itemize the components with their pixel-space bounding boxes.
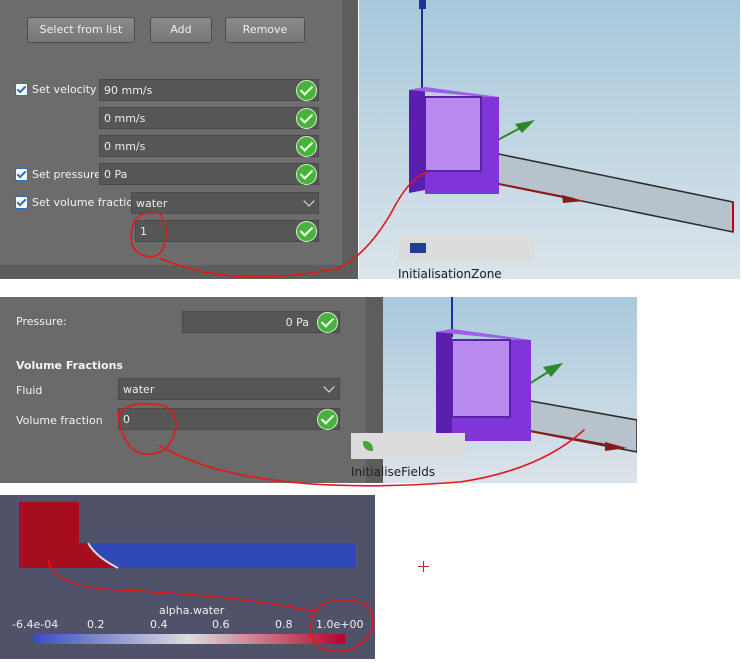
alpha-water-field-render bbox=[19, 502, 355, 644]
check-ok-icon bbox=[317, 312, 338, 333]
top-properties-panel: Select from list Add Remove Set velocity… bbox=[0, 0, 358, 279]
set-velocity-checkbox[interactable] bbox=[15, 83, 28, 96]
panel-scrollbar[interactable] bbox=[342, 0, 358, 279]
set-velocity-label: Set velocity bbox=[32, 83, 97, 96]
colorbar-tick: 0.6 bbox=[212, 618, 230, 631]
check-ok-icon bbox=[296, 164, 317, 185]
volume-fraction-field[interactable]: 1 bbox=[135, 220, 319, 242]
zone-icon bbox=[410, 243, 426, 253]
initialise-fields-tooltip: InitialiseFields bbox=[351, 433, 465, 479]
tooltip-text: InitialiseFields bbox=[351, 465, 436, 479]
pressure-label: Pressure: bbox=[16, 315, 67, 328]
velocity-x-field[interactable]: 90 mm/s bbox=[99, 79, 319, 101]
velocity-z-field[interactable]: 0 mm/s bbox=[99, 135, 319, 157]
check-ok-icon bbox=[296, 221, 317, 242]
colorbar-tick: 0.8 bbox=[275, 618, 293, 631]
fluid-select[interactable]: water bbox=[118, 378, 340, 400]
panel-bottom-scrollbar[interactable] bbox=[0, 265, 358, 279]
initialisation-zone-tooltip: InitialisationZone bbox=[398, 235, 534, 281]
volume-fractions-heading: Volume Fractions bbox=[16, 359, 123, 372]
check-ok-icon bbox=[317, 409, 338, 430]
colorbar-title: alpha.water bbox=[159, 604, 225, 617]
select-from-list-button[interactable]: Select from list bbox=[27, 17, 135, 43]
tooltip-text: InitialisationZone bbox=[398, 267, 502, 281]
set-pressure-label: Set pressure bbox=[32, 168, 102, 181]
colorbar-tick: 1.0e+00 bbox=[316, 618, 364, 631]
pressure-field[interactable]: 0 Pa bbox=[99, 163, 319, 185]
fluid-select[interactable]: water bbox=[131, 192, 319, 214]
colorbar-tick: 0.4 bbox=[150, 618, 168, 631]
velocity-y-field[interactable]: 0 mm/s bbox=[99, 107, 319, 129]
set-volume-fractions-checkbox[interactable] bbox=[15, 196, 28, 209]
leaf-icon bbox=[363, 441, 373, 451]
crosshair-icon bbox=[423, 561, 424, 572]
check-ok-icon bbox=[296, 80, 317, 101]
check-ok-icon bbox=[296, 108, 317, 129]
check-ok-icon bbox=[296, 136, 317, 157]
add-button[interactable]: Add bbox=[150, 17, 212, 43]
set-pressure-checkbox[interactable] bbox=[15, 168, 28, 181]
volume-fraction-label: Volume fraction bbox=[16, 414, 103, 427]
fluid-label: Fluid bbox=[16, 384, 43, 397]
middle-properties-panel: Pressure: 0 Pa Volume Fractions Fluid wa… bbox=[0, 297, 366, 483]
colorbar-tick: -6.4e-04 bbox=[12, 618, 59, 631]
volume-fraction-field[interactable]: 0 bbox=[118, 408, 340, 430]
colorbar bbox=[33, 634, 345, 644]
set-volume-fractions-label: Set volume fractions bbox=[32, 196, 146, 209]
colorbar-tick: 0.2 bbox=[87, 618, 105, 631]
remove-button[interactable]: Remove bbox=[225, 17, 305, 43]
paraview-render-view[interactable]: alpha.water -6.4e-04 0.2 0.4 0.6 0.8 1.0… bbox=[0, 495, 375, 659]
